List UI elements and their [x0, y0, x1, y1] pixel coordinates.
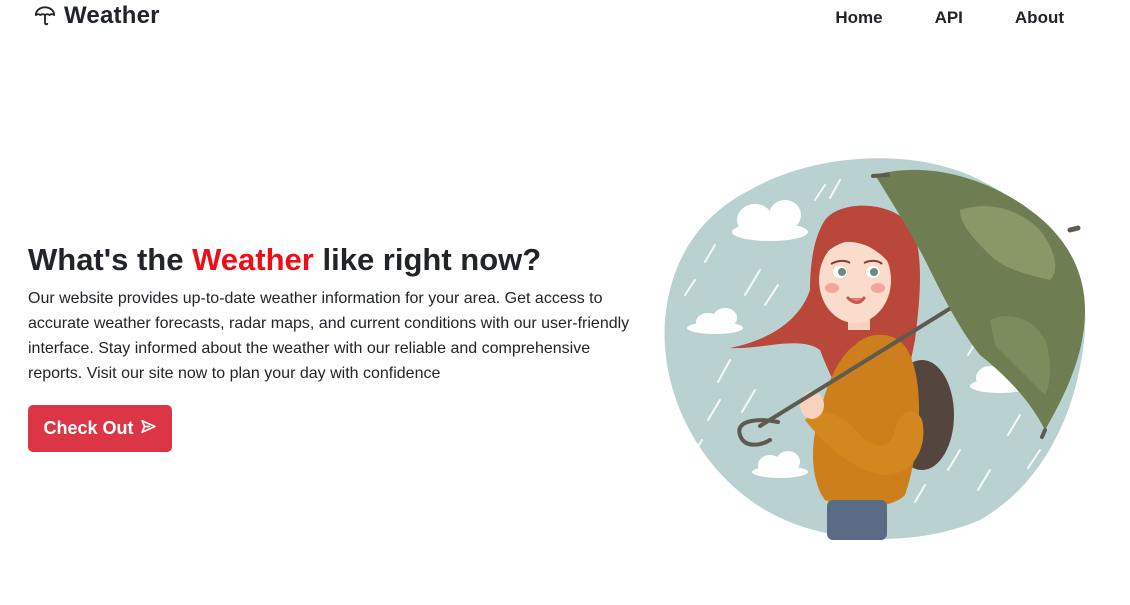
navbar: Weather Home API About	[0, 0, 1130, 40]
hero-title-start: What's the	[28, 242, 193, 277]
nav-home-link[interactable]: Home	[835, 8, 882, 28]
hero-section: What's the Weather like right now? Our w…	[28, 238, 648, 386]
nav-about-link[interactable]: About	[1015, 8, 1064, 28]
nav-api-link[interactable]: API	[935, 8, 963, 28]
brand-link[interactable]: Weather	[34, 2, 160, 30]
hero-title: What's the Weather like right now?	[28, 238, 648, 282]
hero-title-accent: Weather	[192, 242, 314, 277]
jeans	[827, 500, 887, 540]
check-out-label: Check Out	[43, 418, 134, 438]
hero-title-end: like right now?	[313, 242, 542, 277]
send-icon	[140, 418, 157, 440]
brand-name: Weather	[64, 2, 160, 29]
umbrella-icon	[34, 5, 56, 27]
hero-description: Our website provides up-to-date weather …	[28, 290, 630, 382]
weather-illustration	[660, 150, 1090, 550]
check-out-button[interactable]: Check Out	[28, 405, 172, 452]
nav-links: Home API About	[835, 8, 1064, 28]
